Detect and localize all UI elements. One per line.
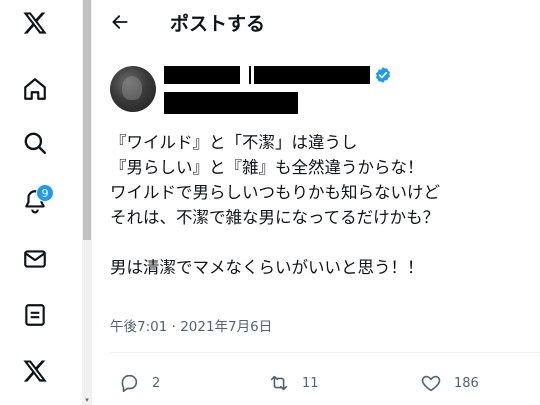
author-name-redacted-2[interactable] [254, 66, 370, 84]
reply-count: 2 [152, 375, 161, 391]
lists-icon[interactable] [18, 298, 52, 332]
heart-icon [421, 375, 441, 392]
home-icon[interactable] [18, 72, 52, 106]
like-button[interactable]: 186 [420, 372, 479, 394]
reply-button[interactable]: 2 [118, 372, 160, 394]
notifications-icon[interactable]: 9 [18, 184, 54, 218]
page-header: ポストする [110, 8, 265, 36]
verified-badge-icon [375, 67, 391, 83]
author-name-redacted[interactable] [164, 66, 240, 84]
page-title: ポストする [170, 12, 266, 35]
back-arrow-icon[interactable] [110, 12, 130, 32]
notification-badge: 9 [36, 184, 54, 202]
reply-icon [121, 374, 138, 393]
tweet-text: 『ワイルド』と「不潔」は違うし 『男らしい』と『雑』も全然違うからな！ ワイルド… [110, 133, 440, 277]
redaction-separator [249, 66, 251, 84]
search-icon[interactable] [18, 126, 52, 160]
repost-count: 11 [302, 375, 319, 391]
like-count: 186 [454, 375, 479, 391]
scrollbar[interactable]: ▾ [82, 0, 92, 405]
repost-button[interactable]: 11 [268, 372, 319, 394]
tweet-timestamp[interactable]: 午後7:01 · 2021年7月6日 [110, 315, 272, 335]
author-handle-redacted[interactable] [164, 92, 298, 114]
sidebar-nav: 9 [0, 0, 80, 405]
scrollbar-thumb[interactable] [83, 0, 91, 240]
scroll-down-arrow-icon[interactable]: ▾ [82, 395, 92, 405]
messages-icon[interactable] [18, 242, 52, 276]
repost-icon [270, 375, 288, 391]
avatar[interactable] [110, 66, 156, 112]
x-logo-icon[interactable] [18, 6, 52, 40]
x-premium-icon[interactable] [18, 354, 52, 388]
divider [110, 352, 540, 353]
